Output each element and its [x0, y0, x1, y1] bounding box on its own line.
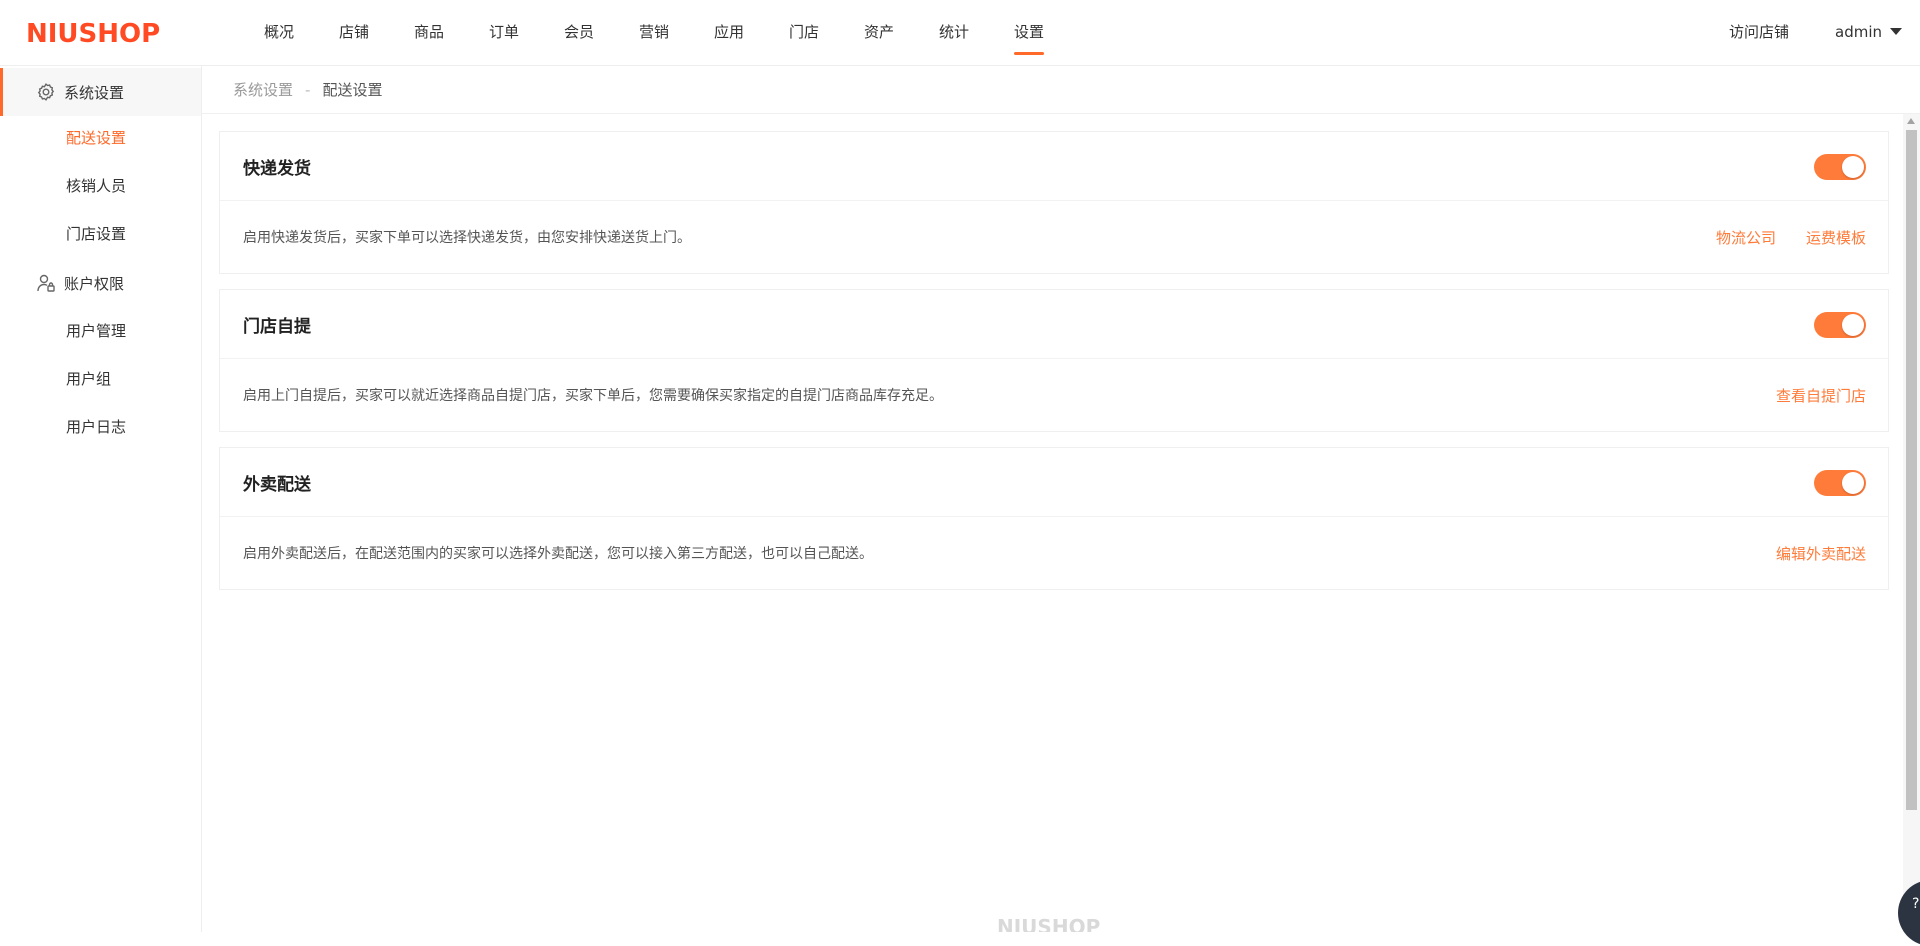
top-header: NIUSHOP 概况 店铺 商品 订单 会员 营销 应用 门店 资产 统计 设置… [0, 0, 1920, 66]
chat-icon: ? [1912, 896, 1920, 912]
sidebar-item-user-logs[interactable]: 用户日志 [66, 417, 126, 437]
niushop-logo[interactable]: NIUSHOP [26, 18, 176, 48]
user-menu[interactable]: admin [1835, 0, 1902, 66]
nav-statistics[interactable]: 统计 [939, 0, 969, 66]
edit-local-delivery-link[interactable]: 编辑外卖配送 [1776, 543, 1866, 564]
nav-assets[interactable]: 资产 [864, 0, 894, 66]
sidebar: 系统设置 配送设置 核销人员 门店设置 账户权限 用户管理 用户组 用户日志 [0, 66, 202, 932]
vertical-scrollbar[interactable] [1903, 114, 1920, 932]
view-pickup-stores-link[interactable]: 查看自提门店 [1776, 385, 1866, 406]
user-name: admin [1835, 23, 1882, 41]
local-delivery-toggle[interactable] [1814, 470, 1866, 496]
gear-icon [36, 82, 56, 102]
svg-text:NIUSHOP: NIUSHOP [997, 915, 1100, 932]
nav-goods[interactable]: 商品 [414, 0, 444, 66]
nav-stores[interactable]: 门店 [789, 0, 819, 66]
footer-logo: NIUSHOP [997, 912, 1117, 932]
svg-text:NIUSHOP: NIUSHOP [26, 19, 160, 48]
card-title: 快递发货 [243, 158, 311, 179]
nav-marketing[interactable]: 营销 [639, 0, 669, 66]
breadcrumb-separator: - [305, 80, 311, 99]
delivery-card-pickup: 门店自提 启用上门自提后，买家可以就近选择商品自提门店，买家下单后，您需要确保买… [219, 289, 1889, 432]
toggle-knob [1842, 156, 1864, 178]
sidebar-group-label: 账户权限 [64, 274, 125, 293]
nav-members[interactable]: 会员 [564, 0, 594, 66]
scroll-up-arrow-icon[interactable] [1907, 118, 1915, 124]
card-title: 外卖配送 [243, 474, 311, 495]
breadcrumb: 系统设置 - 配送设置 [202, 66, 1920, 114]
nav-store[interactable]: 店铺 [339, 0, 369, 66]
toggle-knob [1842, 472, 1864, 494]
scroll-thumb[interactable] [1906, 130, 1917, 810]
express-toggle[interactable] [1814, 154, 1866, 180]
breadcrumb-parent[interactable]: 系统设置 [233, 79, 293, 100]
user-lock-icon [36, 273, 56, 293]
sidebar-group-account-permissions[interactable]: 账户权限 [0, 259, 201, 307]
sidebar-item-user-management[interactable]: 用户管理 [66, 321, 126, 341]
toggle-knob [1842, 314, 1864, 336]
card-description: 启用上门自提后，买家可以就近选择商品自提门店，买家下单后，您需要确保买家指定的自… [243, 388, 943, 404]
sidebar-item-delivery-settings[interactable]: 配送设置 [66, 128, 126, 148]
delivery-card-express: 快递发货 启用快递发货后，买家下单可以选择快递发货，由您安排快递送货上门。 物流… [219, 131, 1889, 274]
sidebar-group-system-settings[interactable]: 系统设置 [0, 68, 201, 116]
nav-orders[interactable]: 订单 [489, 0, 519, 66]
breadcrumb-current: 配送设置 [322, 81, 383, 99]
nav-apps[interactable]: 应用 [714, 0, 744, 66]
main-content: 快递发货 启用快递发货后，买家下单可以选择快递发货，由您安排快递送货上门。 物流… [202, 114, 1902, 932]
sidebar-item-store-settings[interactable]: 门店设置 [66, 224, 126, 244]
card-description: 启用外卖配送后，在配送范围内的买家可以选择外卖配送，您可以接入第三方配送，也可以… [243, 546, 873, 562]
nav-overview[interactable]: 概况 [264, 0, 294, 66]
sidebar-item-user-groups[interactable]: 用户组 [66, 369, 111, 389]
sidebar-item-verification-staff[interactable]: 核销人员 [66, 176, 126, 196]
caret-down-icon [1890, 28, 1902, 35]
visit-store-link[interactable]: 访问店铺 [1729, 0, 1789, 66]
card-description: 启用快递发货后，买家下单可以选择快递发货，由您安排快递送货上门。 [243, 230, 691, 246]
nav-settings[interactable]: 设置 [1013, 0, 1045, 66]
shipping-template-link[interactable]: 运费模板 [1806, 227, 1866, 248]
card-title: 门店自提 [243, 316, 311, 337]
logistics-company-link[interactable]: 物流公司 [1716, 227, 1776, 248]
sidebar-group-label: 系统设置 [64, 83, 125, 102]
pickup-toggle[interactable] [1814, 312, 1866, 338]
delivery-card-local: 外卖配送 启用外卖配送后，在配送范围内的买家可以选择外卖配送，您可以接入第三方配… [219, 447, 1889, 590]
